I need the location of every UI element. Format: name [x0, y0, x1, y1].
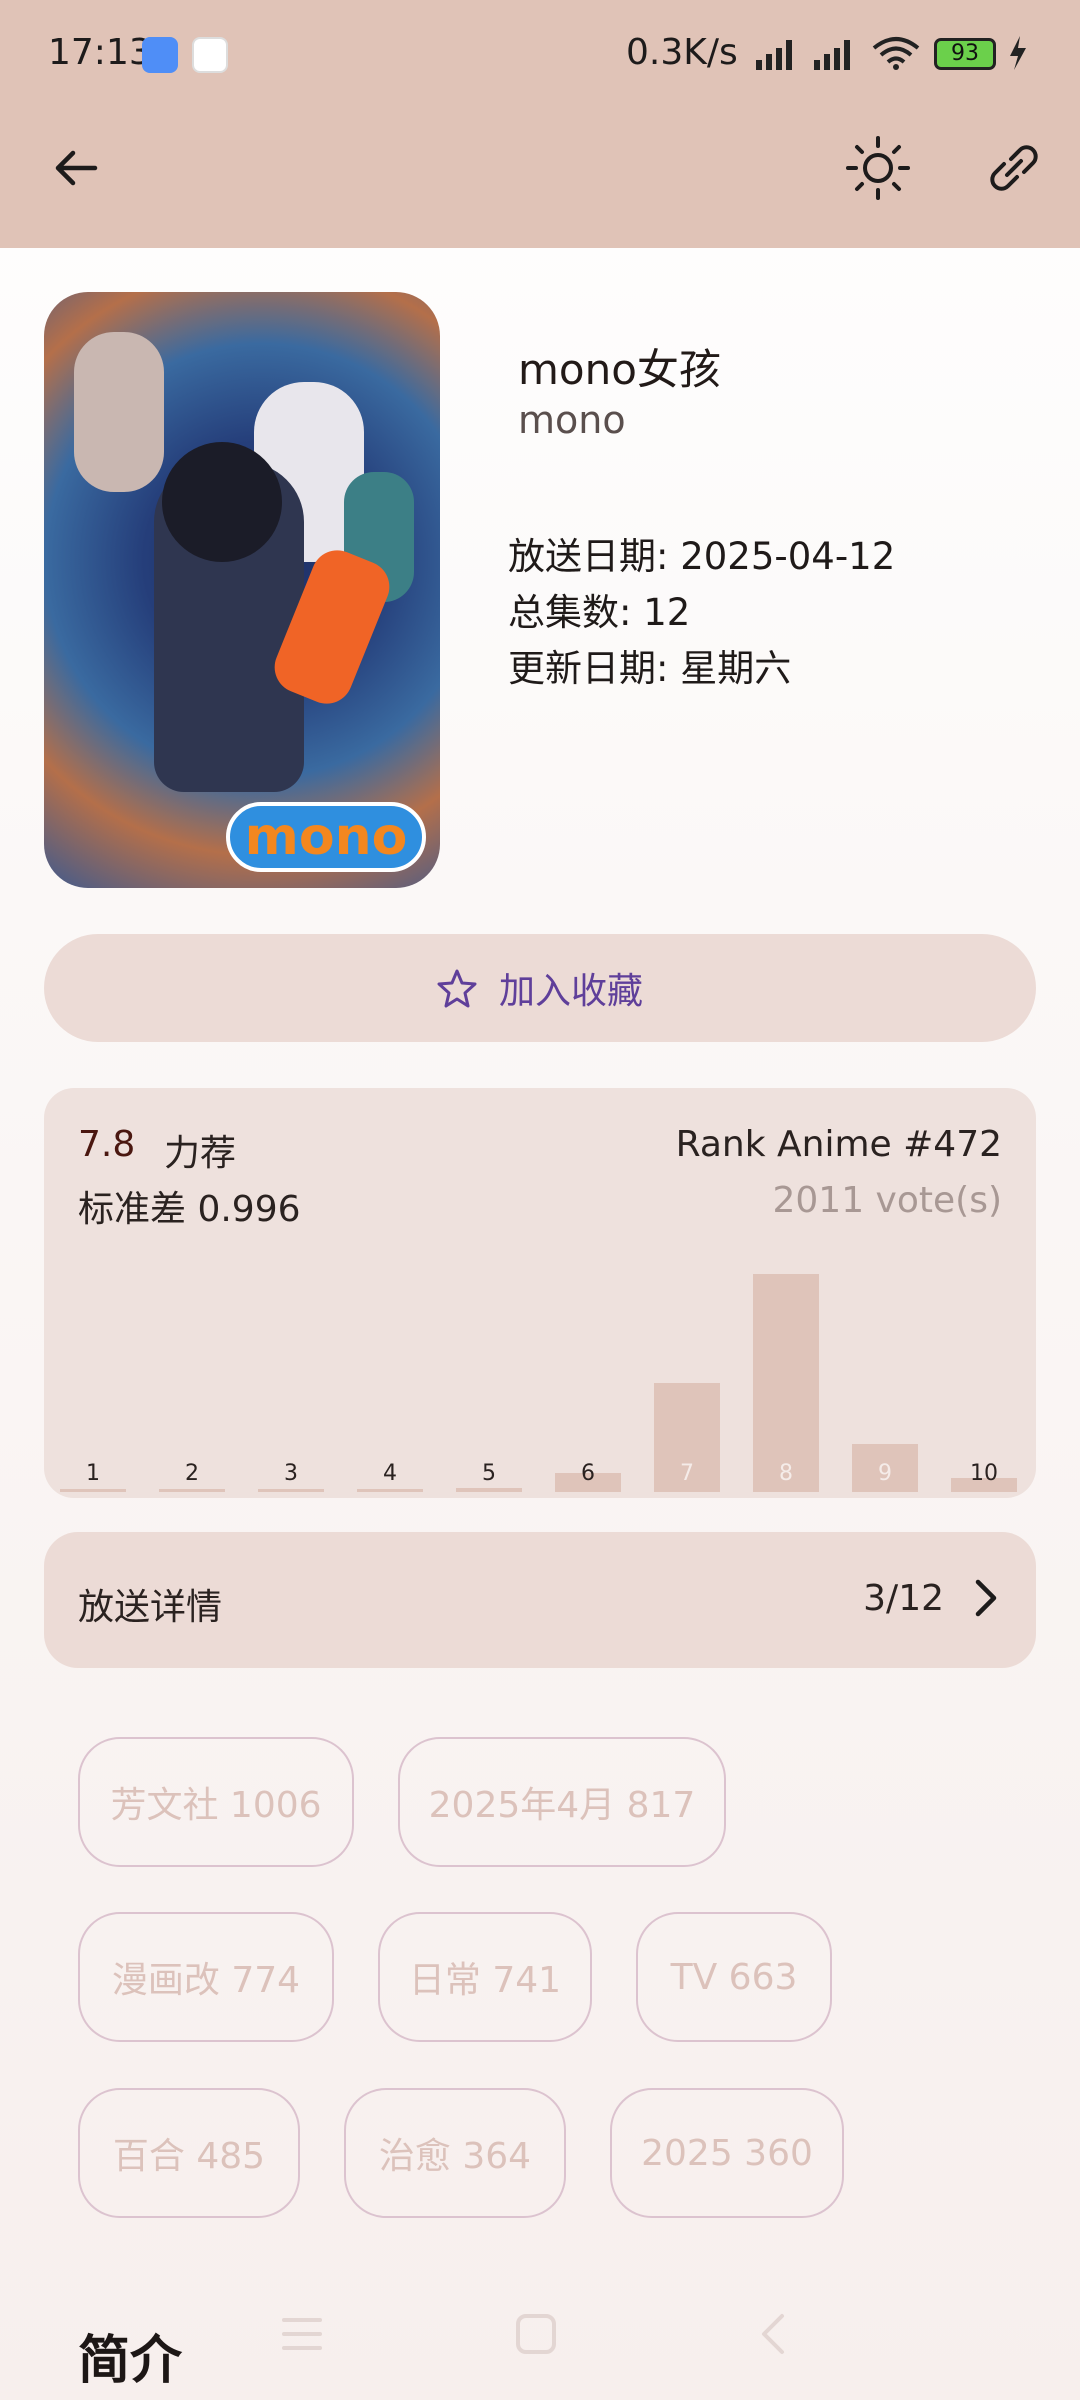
rating-bar [60, 1489, 126, 1492]
chevron-right-icon [975, 1579, 997, 1617]
back-button[interactable] [38, 130, 114, 206]
wifi-icon [872, 37, 920, 70]
vote-count: 2011 vote(s) [772, 1180, 1003, 1221]
rating-bar-label: 4 [383, 1461, 397, 1486]
rating-stddev: 标准差 0.996 [78, 1189, 301, 1230]
link-icon [990, 145, 1038, 191]
episode-progress: 3/12 [863, 1578, 944, 1619]
network-speed: 0.3K/s [626, 32, 738, 73]
tag-chip[interactable]: 2025 360 [610, 2088, 844, 2218]
rating-bar-label: 9 [878, 1461, 892, 1486]
rank-label: Rank Anime #472 [675, 1124, 1002, 1165]
rating-bar-label: 6 [581, 1461, 595, 1486]
share-link-button[interactable] [976, 130, 1052, 206]
rating-score: 7.8 [78, 1124, 136, 1165]
status-bar: 17:13 0.3K/s 93 [0, 0, 1080, 110]
air-date: 放送日期: 2025-04-12 [508, 535, 896, 578]
rating-bar [753, 1274, 819, 1492]
rating-bar-label: 10 [970, 1461, 998, 1486]
rating-card[interactable]: 1 2 3 4 5 6 7 8 9 10 7.8 力荐 标准差 0.996 Rank Anime … [44, 1088, 1036, 1498]
back-nav-icon[interactable] [752, 2312, 796, 2356]
rating-bar-label: 7 [680, 1461, 694, 1486]
rating-bar [258, 1489, 324, 1492]
status-time: 17:13 [48, 32, 152, 73]
tag-chip[interactable]: 漫画改 774 [78, 1912, 334, 2042]
cover-image[interactable]: mono [44, 292, 440, 888]
rating-bar [357, 1489, 423, 1492]
rating-bar-label: 3 [284, 1461, 298, 1486]
qq-notification-icon [192, 37, 228, 73]
charging-icon [1010, 36, 1026, 70]
update-day: 更新日期: 星期六 [508, 647, 792, 690]
subject-subtitle: mono [518, 398, 626, 442]
add-favorite-label: 加入收藏 [498, 971, 643, 1012]
home-nav-icon[interactable] [514, 2312, 558, 2356]
tag-chip[interactable]: 芳文社 1006 [78, 1737, 354, 1867]
rating-bar-label: 8 [779, 1461, 793, 1486]
poster-logo: mono [226, 802, 426, 872]
rating-bar [456, 1487, 522, 1492]
rating-bar-label: 1 [86, 1461, 100, 1486]
subject-title: mono女孩 [518, 345, 721, 394]
poster-character-head [162, 442, 282, 562]
tag-chip[interactable]: 日常 741 [378, 1912, 592, 2042]
battery-indicator: 93 [934, 38, 996, 70]
tag-chip[interactable]: 治愈 364 [344, 2088, 566, 2218]
rating-bar-label: 2 [185, 1461, 199, 1486]
arrow-left-icon [55, 150, 98, 186]
add-favorite-button[interactable]: 加入收藏 [44, 934, 1036, 1042]
tag-chip[interactable]: TV 663 [636, 1912, 832, 2042]
signal-icon [756, 40, 792, 70]
menu-nav-icon[interactable] [280, 2312, 324, 2356]
rating-bar [159, 1489, 225, 1492]
tag-chip[interactable]: 2025年4月 817 [398, 1737, 726, 1867]
app-notification-icon [142, 37, 178, 73]
rating-text: 力荐 [164, 1133, 237, 1174]
star-icon [437, 969, 477, 1008]
poster-character [74, 332, 164, 492]
intro-section-title: 简介 [78, 2331, 183, 2391]
episode-count: 总集数: 12 [508, 591, 691, 634]
theme-toggle-button[interactable] [840, 130, 916, 206]
signal-icon [814, 40, 850, 70]
broadcast-details-row[interactable]: 放送详情 3/12 [44, 1532, 1036, 1668]
broadcast-label: 放送详情 [78, 1587, 223, 1628]
tag-chip[interactable]: 百合 485 [78, 2088, 300, 2218]
rating-bar-label: 5 [482, 1461, 496, 1486]
sun-icon [846, 136, 910, 200]
